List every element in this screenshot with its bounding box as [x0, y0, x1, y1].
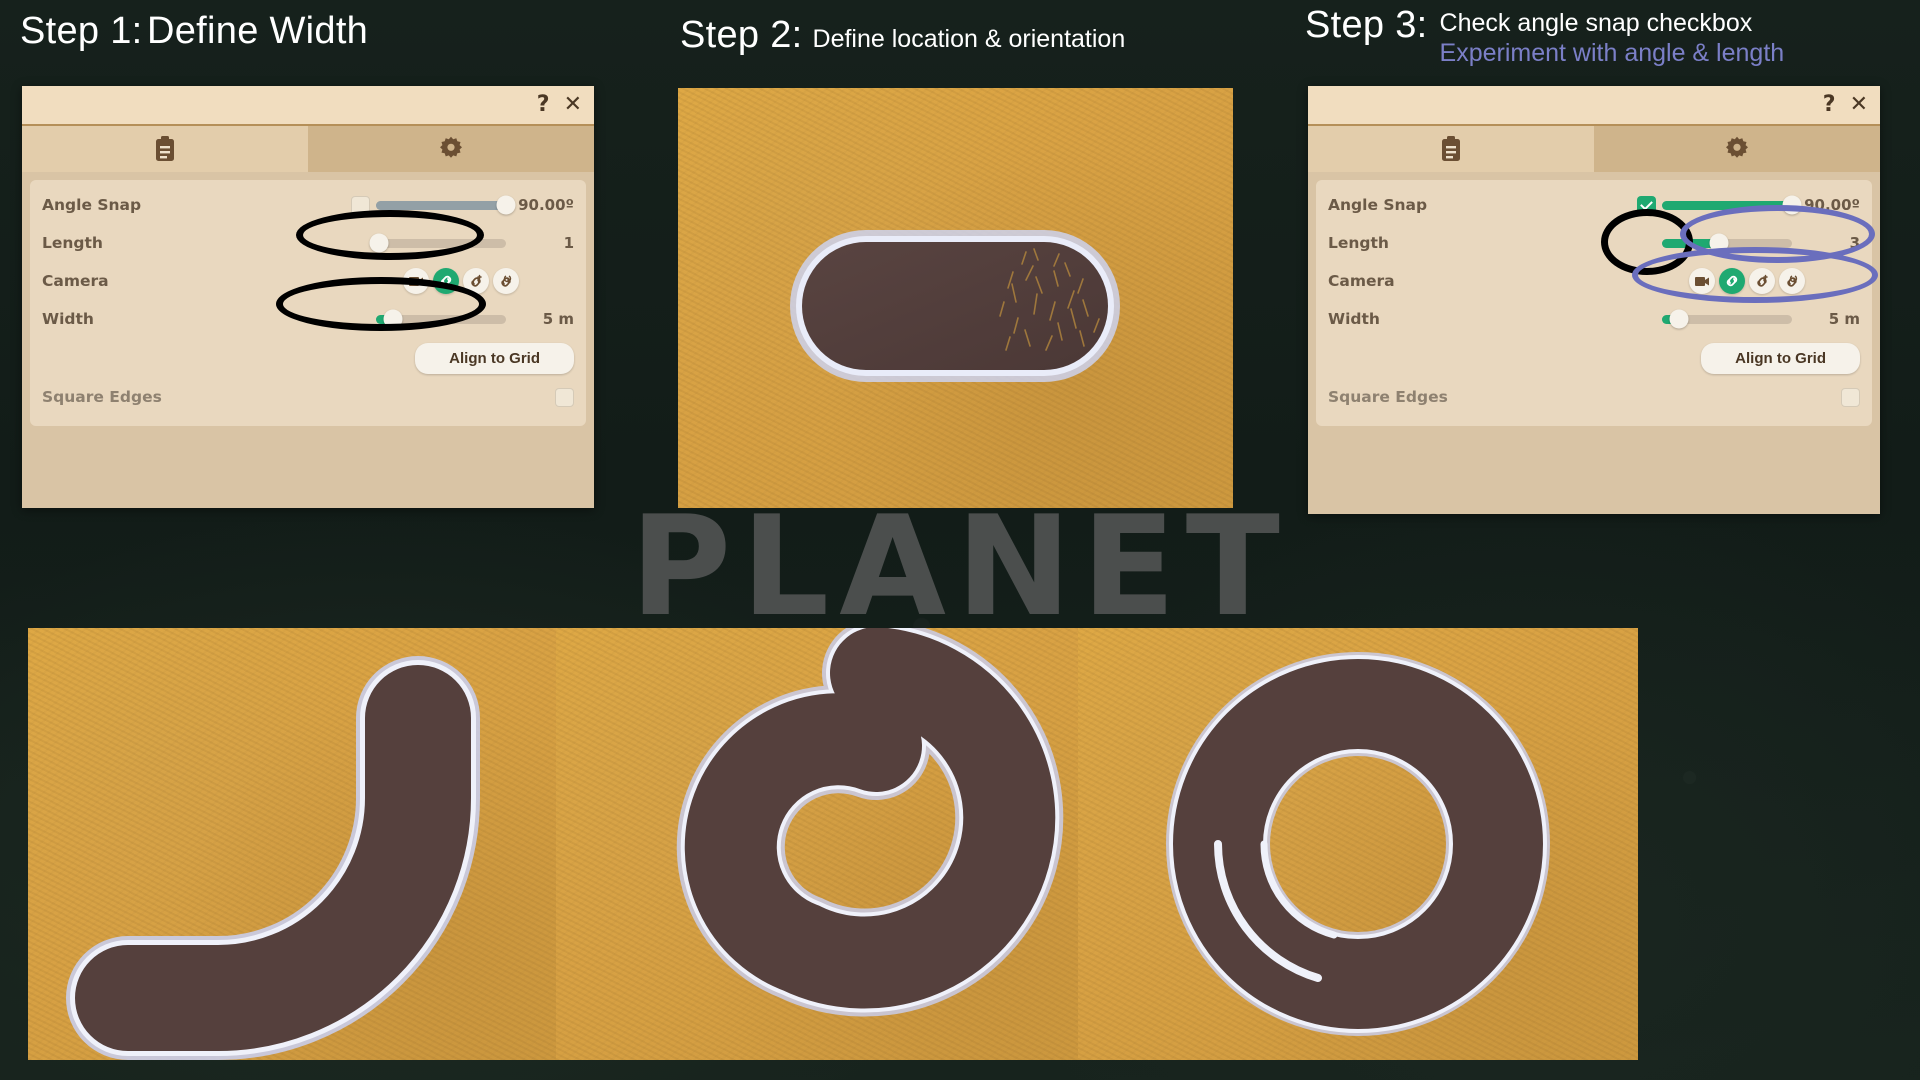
step-3-number: Step 3: [1305, 4, 1428, 46]
align-to-grid-button[interactable]: Align to Grid [1701, 342, 1860, 374]
link-add-icon [1757, 274, 1768, 287]
angle-snap-checkbox[interactable] [351, 195, 370, 215]
link-icon [440, 275, 452, 287]
row-label: Square Edges [42, 388, 162, 406]
square-edges-checkbox[interactable] [555, 387, 574, 407]
panel-tabs [22, 126, 594, 172]
spiral-path-preview [556, 628, 1116, 1060]
link-rotate-icon [1787, 275, 1798, 287]
panel-settings-list: Angle Snap 90.00º Length [1316, 180, 1872, 426]
row-square-edges[interactable]: Square Edges [1328, 378, 1860, 416]
width-slider[interactable] [376, 309, 506, 329]
camera-icon [408, 276, 423, 286]
link-rotate-icon-button[interactable] [1779, 268, 1805, 294]
row-label: Camera [1328, 272, 1395, 290]
gear-icon [440, 136, 462, 158]
curved-path-shape [66, 656, 480, 1060]
clipboard-icon [1442, 136, 1460, 161]
oval-path-preview [678, 88, 1233, 508]
panel-settings-list: Angle Snap 90.00º Length [30, 180, 586, 426]
angle-snap-value: 90.00º [518, 196, 574, 214]
link-rotate-icon-button[interactable] [493, 268, 519, 294]
row-width[interactable]: Width 5 m [1328, 300, 1860, 338]
row-align-to-grid: Align to Grid [1328, 338, 1860, 378]
row-camera[interactable]: Camera [42, 262, 574, 300]
spiral-path-shape [676, 628, 1064, 1017]
length-value: 3 [1849, 234, 1860, 252]
help-icon[interactable]: ? [1823, 94, 1836, 116]
row-angle-snap[interactable]: Angle Snap 90.00º [1328, 186, 1860, 224]
row-length[interactable]: Length 3 [1328, 224, 1860, 262]
step-3-subtitle: Experiment with angle & length [1439, 38, 1785, 67]
link-add-icon-button[interactable] [463, 268, 489, 294]
row-label: Angle Snap [42, 196, 142, 214]
link-add-icon [471, 274, 482, 287]
angle-snap-value: 90.00º [1804, 196, 1860, 214]
link-icon-button[interactable] [1719, 268, 1745, 294]
length-slider[interactable] [1662, 233, 1792, 253]
row-label: Square Edges [1328, 388, 1448, 406]
panel-titlebar: ? ✕ [22, 86, 594, 126]
panel-body: Angle Snap 90.00º Length [1308, 172, 1880, 434]
row-camera[interactable]: Camera [1328, 262, 1860, 300]
step-1-number: Step 1: [20, 10, 143, 52]
panel-tabs [1308, 126, 1880, 172]
gear-icon [1726, 136, 1748, 158]
link-icon [1726, 275, 1738, 287]
oval-path-shape [790, 230, 1120, 382]
step-2-title: Define location & orientation [812, 25, 1126, 53]
link-rotate-icon [501, 275, 512, 287]
row-square-edges[interactable]: Square Edges [42, 378, 574, 416]
angle-snap-slider[interactable] [1662, 195, 1802, 215]
tab-clipboard[interactable] [1308, 126, 1594, 172]
ring-path-shape [1166, 652, 1550, 1036]
path-settings-panel-step3[interactable]: ? ✕ Angle Snap 90.00º Length 3 Camera Wi… [1308, 86, 1880, 514]
angle-snap-slider[interactable] [376, 195, 516, 215]
panel-titlebar: ? ✕ [1308, 86, 1880, 126]
row-label: Length [42, 234, 103, 252]
planet-watermark: PLANET [630, 486, 1290, 647]
step-3-title: Check angle snap checkbox [1439, 9, 1753, 37]
tutorial-infographic: Step 1: Define Width Step 2: Define loca… [0, 0, 1920, 1080]
curved-path-preview [28, 628, 588, 1060]
step-2-heading: Step 2: Define location & orientation [680, 14, 1125, 57]
camera-icon-button[interactable] [403, 268, 429, 294]
camera-icon-button[interactable] [1689, 268, 1715, 294]
tab-settings[interactable] [308, 126, 594, 172]
path-settings-panel-step1[interactable]: ? ✕ Angle Snap 90.00º Length 1 Camera Wi… [22, 86, 594, 508]
clipboard-icon [156, 136, 174, 161]
align-to-grid-button[interactable]: Align to Grid [415, 342, 574, 374]
help-icon[interactable]: ? [537, 94, 550, 116]
camera-icon [1694, 276, 1709, 286]
ring-path-preview [1078, 628, 1638, 1060]
width-value: 5 m [542, 310, 574, 328]
row-label: Width [1328, 310, 1380, 328]
tab-settings[interactable] [1594, 126, 1880, 172]
step-1-title: Define Width [146, 10, 369, 52]
row-label: Length [1328, 234, 1389, 252]
length-slider[interactable] [369, 233, 506, 253]
angle-snap-checkbox[interactable] [1637, 195, 1656, 215]
step-1-heading: Step 1: Define Width [20, 10, 368, 53]
square-edges-checkbox[interactable] [1841, 387, 1860, 407]
row-width[interactable]: Width 5 m [42, 300, 574, 338]
length-value: 1 [563, 234, 574, 252]
link-icon-button[interactable] [433, 268, 459, 294]
width-slider[interactable] [1662, 309, 1792, 329]
row-align-to-grid: Align to Grid [42, 338, 574, 378]
row-label: Camera [42, 272, 109, 290]
step-2-number: Step 2: [680, 14, 803, 56]
width-value: 5 m [1828, 310, 1860, 328]
close-icon[interactable]: ✕ [564, 94, 582, 116]
close-icon[interactable]: ✕ [1850, 94, 1868, 116]
tab-clipboard[interactable] [22, 126, 308, 172]
row-label: Width [42, 310, 94, 328]
row-length[interactable]: Length 1 [42, 224, 574, 262]
row-angle-snap[interactable]: Angle Snap 90.00º [42, 186, 574, 224]
row-label: Angle Snap [1328, 196, 1428, 214]
link-add-icon-button[interactable] [1749, 268, 1775, 294]
panel-body: Angle Snap 90.00º Length [22, 172, 594, 434]
step-3-heading: Step 3: Check angle snap checkbox Experi… [1305, 4, 1784, 68]
